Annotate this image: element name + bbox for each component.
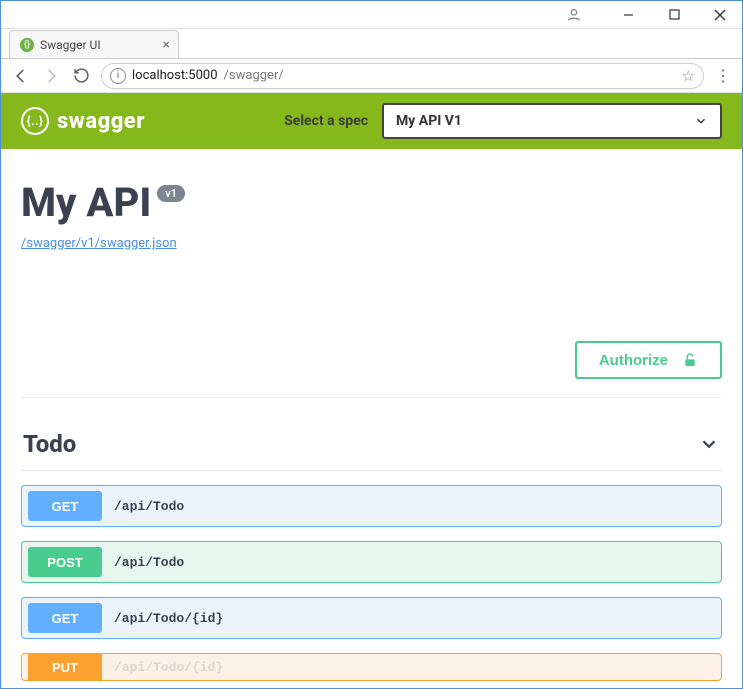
browser-tab[interactable]: {} Swagger UI × xyxy=(9,30,179,58)
spec-select[interactable]: My API V1 xyxy=(382,103,722,139)
url-path: /swagger/ xyxy=(224,68,284,83)
window-titlebar xyxy=(1,1,742,29)
operation-row[interactable]: GET /api/Todo/{id} xyxy=(21,597,722,639)
tag-title: Todo xyxy=(23,430,76,458)
swagger-header: {..} swagger Select a spec My API V1 xyxy=(1,93,742,149)
site-info-icon[interactable]: i xyxy=(110,68,126,84)
chevron-down-icon xyxy=(694,114,708,128)
api-definition-link[interactable]: /swagger/v1/swagger.json xyxy=(21,236,177,251)
tab-favicon-icon: {} xyxy=(20,38,34,52)
url-host: localhost:5000 xyxy=(132,68,218,83)
close-tab-icon[interactable]: × xyxy=(163,37,170,53)
http-method-badge: POST xyxy=(28,547,102,577)
chevron-down-icon xyxy=(698,433,720,455)
tag-header[interactable]: Todo xyxy=(21,424,722,471)
bookmark-star-icon[interactable]: ☆ xyxy=(682,67,695,85)
http-method-badge: PUT xyxy=(28,653,102,681)
operation-row[interactable]: POST /api/Todo xyxy=(21,541,722,583)
address-bar[interactable]: i localhost:5000/swagger/ ☆ xyxy=(101,63,704,89)
operation-path: /api/Todo xyxy=(114,555,184,570)
maximize-button[interactable] xyxy=(660,4,688,26)
tab-title: Swagger UI xyxy=(40,38,101,52)
spec-select-value: My API V1 xyxy=(396,113,462,129)
api-title: My API v1 xyxy=(21,179,722,226)
new-tab-button[interactable] xyxy=(183,36,205,58)
spec-select-label: Select a spec xyxy=(284,113,368,129)
unlock-icon xyxy=(682,351,698,369)
operation-row[interactable]: GET /api/Todo xyxy=(21,485,722,527)
close-window-button[interactable] xyxy=(706,4,734,26)
swagger-brand-text: swagger xyxy=(57,109,145,134)
reload-button[interactable] xyxy=(71,66,91,86)
forward-button[interactable] xyxy=(41,66,61,86)
authorize-button[interactable]: Authorize xyxy=(575,341,722,379)
swagger-logo: {..} swagger xyxy=(21,107,145,135)
http-method-badge: GET xyxy=(28,491,102,521)
swagger-content: My API v1 /swagger/v1/swagger.json Autho… xyxy=(1,149,742,681)
authorize-row: Authorize xyxy=(21,341,722,398)
api-version-badge: v1 xyxy=(157,185,185,202)
operation-path: /api/Todo/{id} xyxy=(114,611,223,626)
address-bar-row: i localhost:5000/swagger/ ☆ ⋮ xyxy=(1,59,742,93)
browser-menu-button[interactable]: ⋮ xyxy=(714,66,732,85)
back-button[interactable] xyxy=(11,66,31,86)
http-method-badge: GET xyxy=(28,603,102,633)
tag-section: Todo GET /api/Todo POST /api/Todo GET /a… xyxy=(21,424,722,681)
authorize-label: Authorize xyxy=(599,352,668,369)
operation-path: /api/Todo xyxy=(114,499,184,514)
tab-strip: {} Swagger UI × xyxy=(1,29,742,59)
minimize-button[interactable] xyxy=(614,4,642,26)
account-icon[interactable] xyxy=(566,7,582,23)
api-title-text: My API xyxy=(21,179,151,226)
operation-row[interactable]: PUT /api/Todo/{id} xyxy=(21,653,722,681)
operation-path: /api/Todo/{id} xyxy=(114,660,223,675)
swagger-logo-icon: {..} xyxy=(21,107,49,135)
